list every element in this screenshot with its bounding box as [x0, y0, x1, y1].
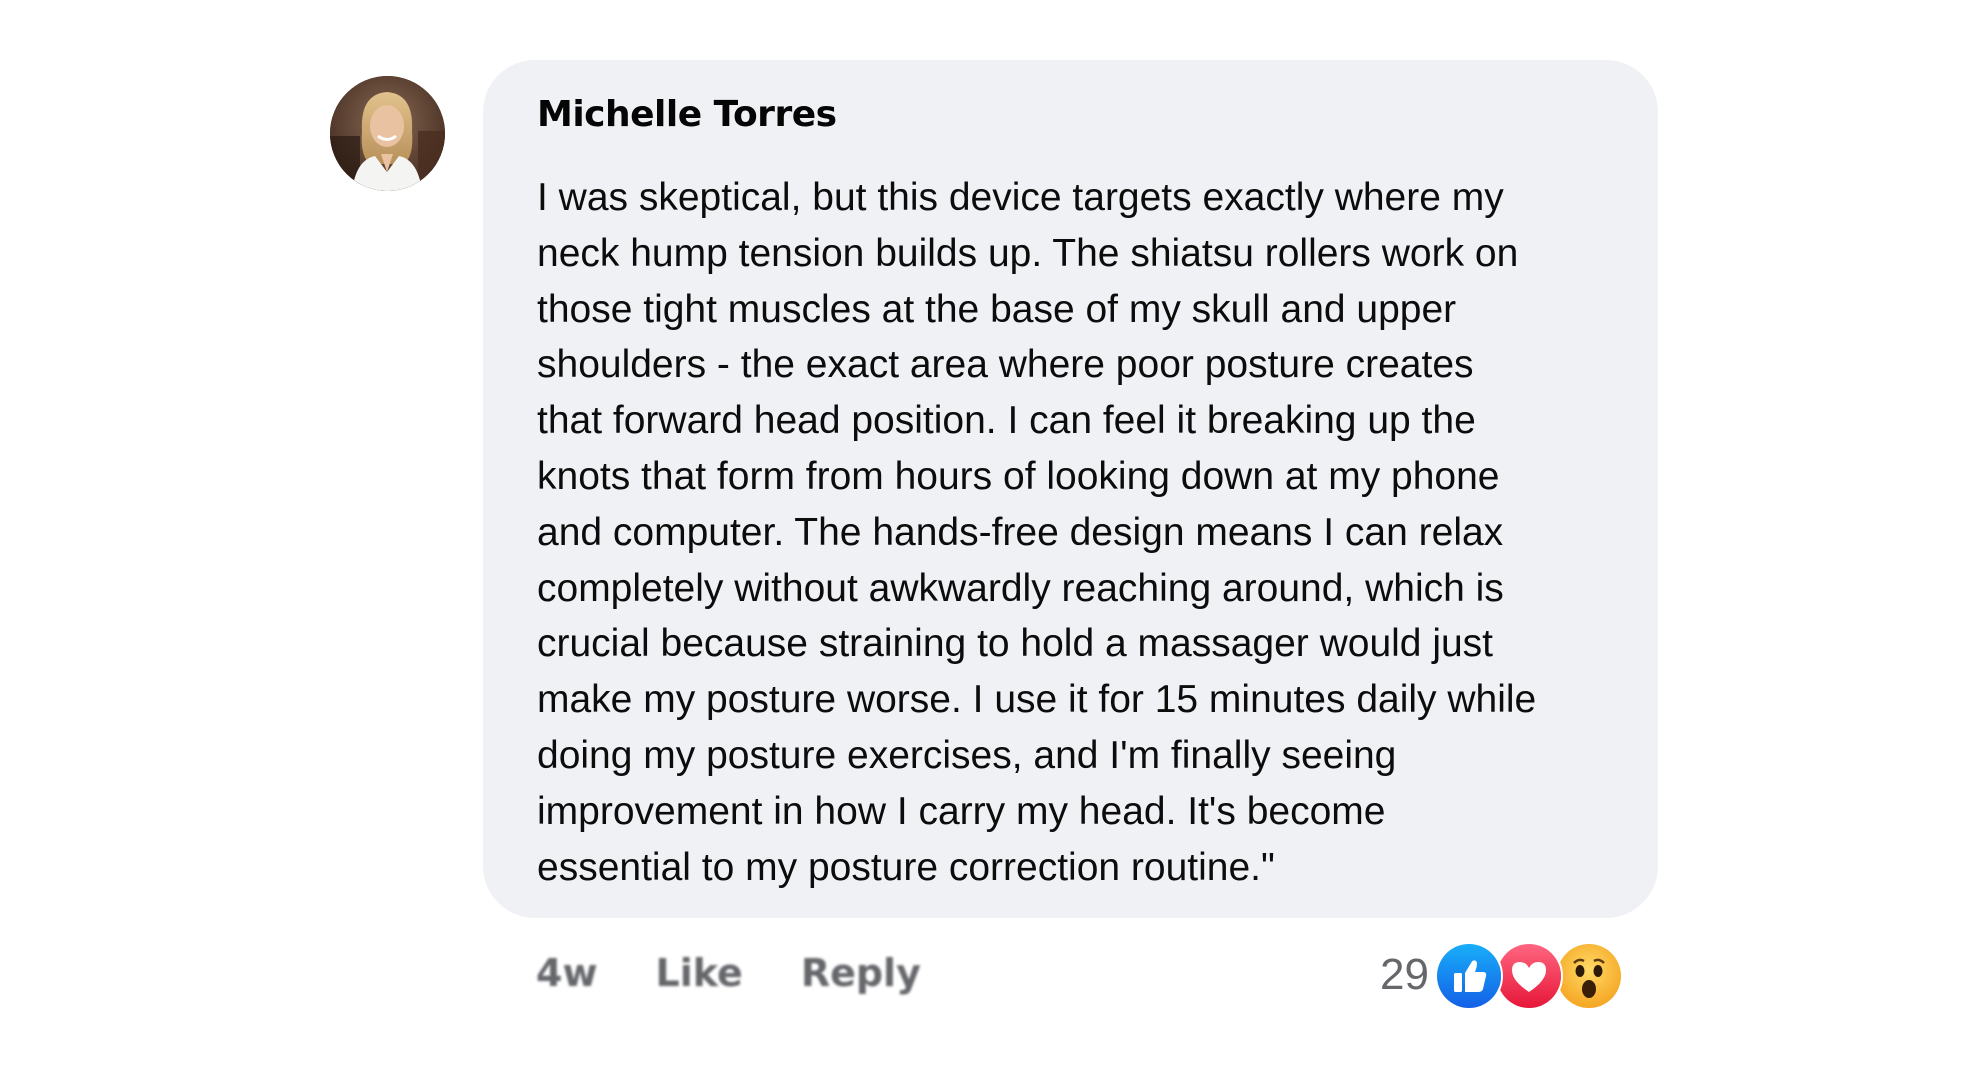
reaction-count: 29 — [1380, 950, 1429, 999]
avatar[interactable] — [330, 76, 445, 191]
comment-author[interactable]: Michelle Torres — [537, 86, 1608, 144]
reactions-summary[interactable]: 29 — [1380, 940, 1625, 1010]
user-avatar-photo — [330, 76, 445, 191]
wow-reaction-icon — [1554, 942, 1623, 1010]
reply-button[interactable]: Reply — [801, 951, 921, 995]
comment-text: I was skeptical, but this device targets… — [537, 176, 1537, 889]
love-reaction-icon — [1494, 942, 1563, 1010]
comment-actions: 4w Like Reply — [536, 943, 921, 1003]
comment-thread: Michelle Torres I was skeptical, but thi… — [0, 0, 1980, 1080]
like-button[interactable]: Like — [656, 951, 743, 995]
reaction-icons — [1434, 942, 1625, 1010]
comment-bubble: Michelle Torres I was skeptical, but thi… — [483, 60, 1658, 918]
comment-timestamp[interactable]: 4w — [536, 951, 598, 995]
like-reaction-icon — [1434, 942, 1503, 1010]
